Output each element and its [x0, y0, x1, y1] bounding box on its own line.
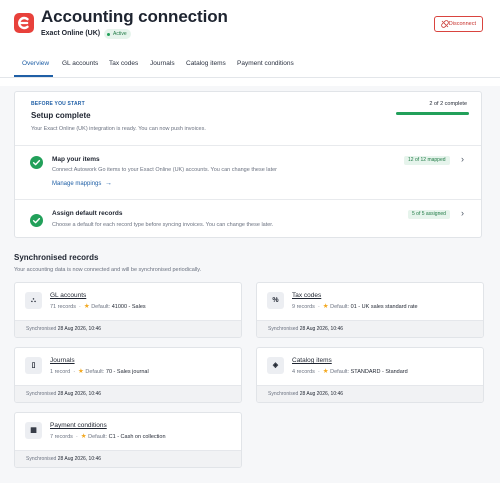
setup-progress-label: 2 of 2 complete: [429, 101, 467, 107]
record-meta: 71 records · ★ Default: 41000 - Sales: [50, 303, 146, 310]
record-name-link[interactable]: Tax codes: [292, 292, 321, 299]
app-logo-icon: [14, 13, 34, 33]
sync-timestamp: 28 Aug 2026, 10:46: [299, 326, 344, 332]
mapped-count-badge: 12 of 12 mapped: [404, 156, 450, 165]
disconnect-button-label: Disconnect: [448, 21, 476, 27]
synced-section-title: Synchronised records: [14, 253, 99, 262]
sync-prefix: Synchronised: [26, 391, 57, 397]
setup-description: Your Exact Online (UK) integration is re…: [31, 126, 206, 132]
check-circle-icon: [30, 214, 43, 227]
sync-prefix: Synchronised: [268, 391, 299, 397]
calendar-icon: ▦: [25, 422, 42, 439]
record-footer: Synchronised 28 Aug 2026, 10:46: [15, 385, 241, 402]
tab-catalog-items[interactable]: Catalog items: [186, 58, 226, 78]
setup-eyebrow: BEFORE YOU START: [31, 101, 85, 107]
record-meta: 4 records · ★ Default: STANDARD - Standard: [292, 368, 408, 375]
hierarchy-icon: ⛬: [25, 292, 42, 309]
record-footer: Synchronised 28 Aug 2026, 10:46: [15, 320, 241, 337]
record-count: 9 records: [292, 304, 315, 310]
record-footer: Synchronised 28 Aug 2026, 10:46: [257, 385, 483, 402]
record-name-link[interactable]: GL accounts: [50, 292, 86, 299]
page-header: Accounting connection Exact Online (UK) …: [0, 0, 500, 86]
step-map-items[interactable]: Map your items Connect Autowork Go items…: [15, 145, 481, 199]
book-icon: ▯: [25, 357, 42, 374]
record-card-journals: ▯ Journals 1 record · ★ Default: 70 - Sale…: [14, 347, 242, 403]
disconnect-button[interactable]: Disconnect: [434, 16, 483, 32]
assigned-count-badge: 5 of 5 assigned: [408, 210, 450, 219]
tab-payment-conditions[interactable]: Payment conditions: [237, 58, 294, 78]
record-count: 71 records: [50, 304, 76, 310]
sync-prefix: Synchronised: [26, 456, 57, 462]
tab-bar: Overview GL accounts Tax codes Journals …: [14, 58, 486, 78]
star-icon: ★: [83, 303, 90, 310]
record-name-link[interactable]: Journals: [50, 357, 75, 364]
status-badge: Active: [104, 29, 131, 39]
arrow-right-icon: →: [105, 180, 113, 187]
setup-title: Setup complete: [31, 111, 91, 120]
record-count: 1 record: [50, 369, 71, 375]
manage-mappings-label: Manage mappings: [52, 181, 102, 187]
record-meta: 7 records · ★ Default: C1 - Cash on collec…: [50, 433, 166, 440]
star-icon: ★: [322, 368, 329, 375]
synced-section-description: Your accounting data is now connected an…: [14, 267, 202, 273]
star-icon: ★: [322, 303, 329, 310]
record-footer: Synchronised 28 Aug 2026, 10:46: [257, 320, 483, 337]
sync-timestamp: 28 Aug 2026, 10:46: [57, 391, 102, 397]
chevron-right-icon[interactable]: ›: [461, 208, 464, 218]
default-value: STANDARD - Standard: [350, 369, 408, 375]
integration-name: Exact Online (UK): [41, 30, 101, 37]
record-meta: 9 records · ★ Default: 01 - UK sales stand…: [292, 303, 418, 310]
record-footer: Synchronised 28 Aug 2026, 10:46: [15, 450, 241, 467]
default-value: 41000 - Sales: [111, 304, 146, 310]
unlink-icon: [441, 20, 449, 28]
tab-journals[interactable]: Journals: [150, 58, 175, 78]
sync-prefix: Synchronised: [268, 326, 299, 332]
default-value: 01 - UK sales standard rate: [350, 304, 418, 310]
status-dot-icon: [107, 32, 110, 36]
step-description: Connect Autowork Go items to your Exact …: [52, 167, 278, 173]
default-label: Default:: [330, 369, 350, 375]
sync-prefix: Synchronised: [26, 326, 57, 332]
step-description: Choose a default for each record type be…: [52, 222, 274, 228]
tab-divider: [0, 77, 500, 78]
setup-progress-fill: [396, 112, 469, 115]
default-label: Default:: [85, 369, 105, 375]
sync-timestamp: 28 Aug 2026, 10:46: [57, 456, 102, 462]
status-badge-label: Active: [113, 31, 127, 37]
check-circle-icon: [30, 156, 43, 169]
record-card-catalog-items: ◈ Catalog items 4 records · ★ Default: STA…: [256, 347, 484, 403]
step-title: Assign default records: [52, 210, 123, 217]
default-label: Default:: [330, 304, 350, 310]
sync-timestamp: 28 Aug 2026, 10:46: [299, 391, 344, 397]
setup-progress-bar: [396, 112, 469, 115]
star-icon: ★: [80, 433, 87, 440]
default-value: 70 - Sales journal: [105, 369, 149, 375]
tab-tax-codes[interactable]: Tax codes: [109, 58, 138, 78]
default-label: Default:: [88, 434, 108, 440]
step-assign-defaults[interactable]: Assign default records Choose a default …: [15, 199, 481, 237]
manage-mappings-link[interactable]: Manage mappings →: [52, 180, 112, 187]
record-count: 7 records: [50, 434, 73, 440]
record-count: 4 records: [292, 369, 315, 375]
tab-gl-accounts[interactable]: GL accounts: [62, 58, 98, 78]
box-icon: ◈: [267, 357, 284, 374]
record-card-payment-conditions: ▦ Payment conditions 7 records · ★ Default…: [14, 412, 242, 468]
record-meta: 1 record · ★ Default: 70 - Sales journal: [50, 368, 149, 375]
setup-card: BEFORE YOU START Setup complete Your Exa…: [14, 91, 482, 238]
star-icon: ★: [78, 368, 84, 375]
record-card-gl-accounts: ⛬ GL accounts 71 records · ★ Default: 4100…: [14, 282, 242, 338]
step-title: Map your items: [52, 156, 100, 163]
default-value: C1 - Cash on collection: [108, 434, 166, 440]
record-name-link[interactable]: Catalog items: [292, 357, 332, 364]
percent-icon: %: [267, 292, 284, 309]
sync-timestamp: 28 Aug 2026, 10:46: [57, 326, 102, 332]
chevron-right-icon[interactable]: ›: [461, 154, 464, 164]
record-name-link[interactable]: Payment conditions: [50, 422, 107, 429]
default-label: Default:: [91, 304, 111, 310]
record-card-tax-codes: % Tax codes 9 records · ★ Default: 01 - UK…: [256, 282, 484, 338]
page-title: Accounting connection: [41, 7, 228, 26]
